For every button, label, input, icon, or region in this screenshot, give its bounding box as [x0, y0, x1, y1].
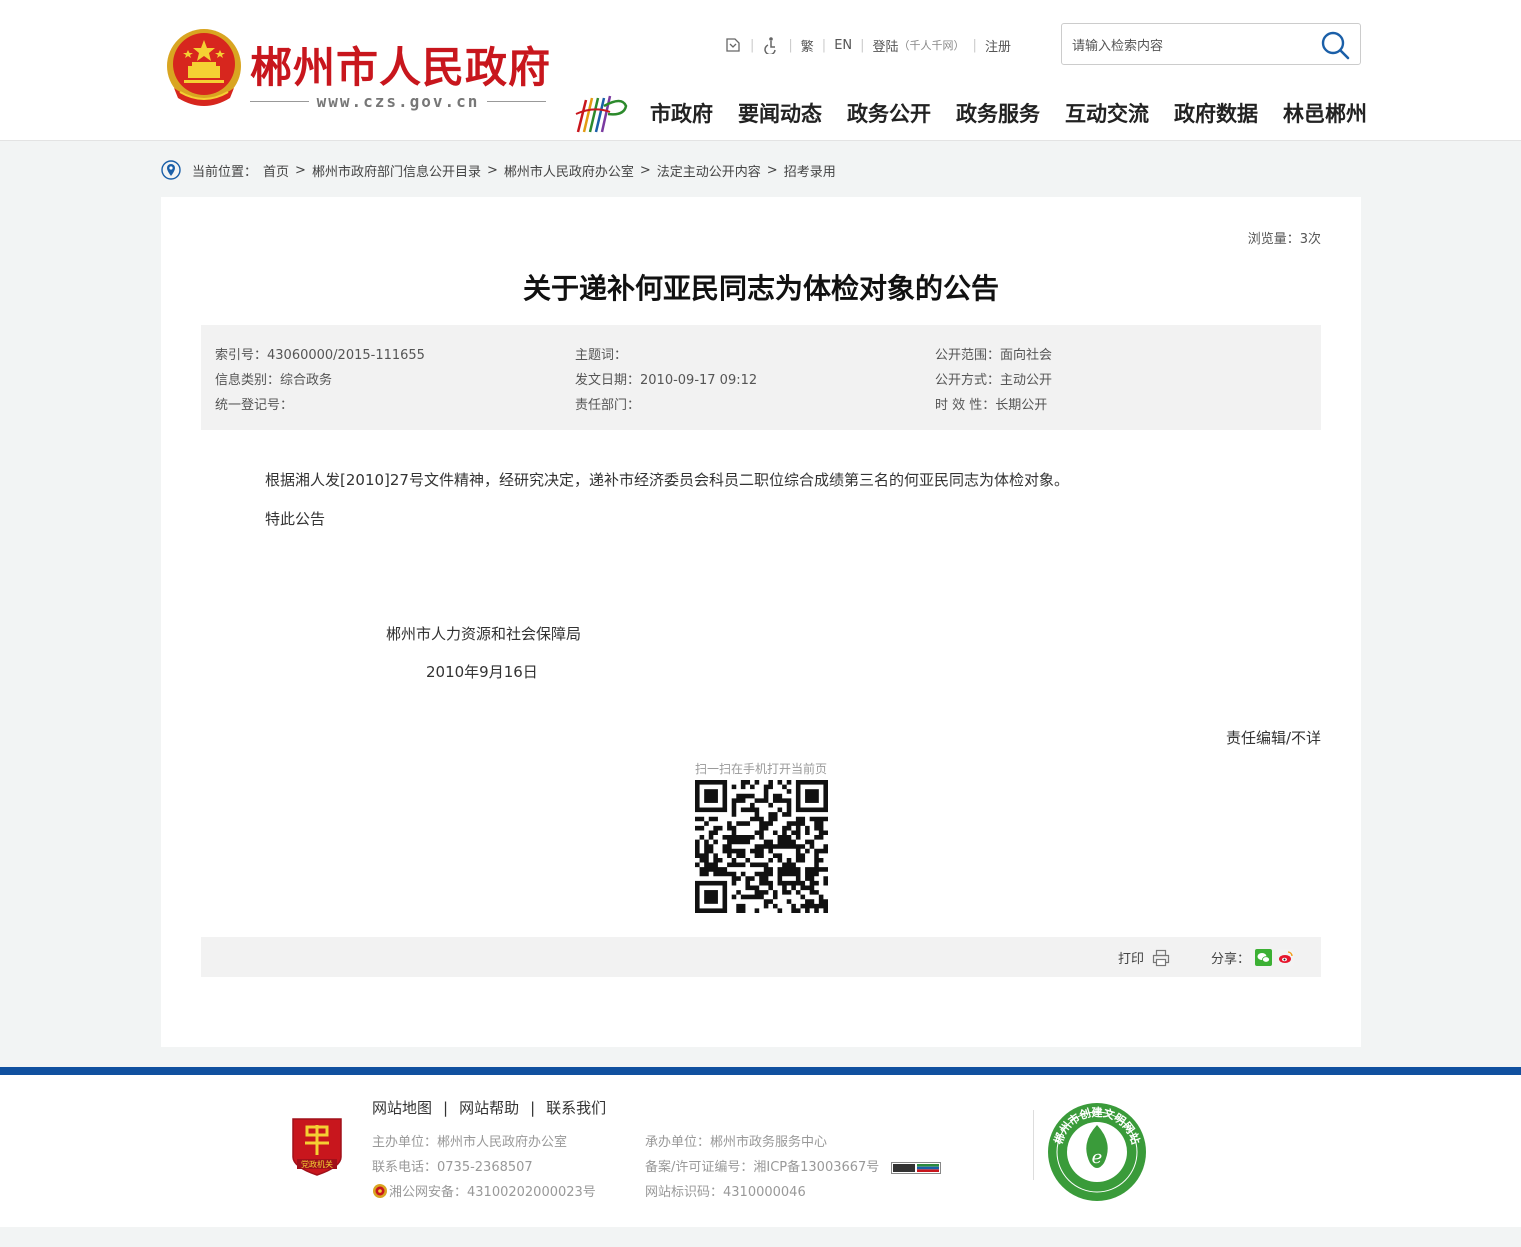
weibo-icon[interactable]	[1277, 949, 1295, 966]
top-links: | | 繁 | EN | 登陆 （千人千网） | 注册	[724, 34, 1011, 56]
nav-item-city-gov[interactable]: 市政府	[650, 98, 713, 128]
register-link[interactable]: 注册	[985, 36, 1011, 55]
breadcrumb-separator: >	[639, 162, 651, 178]
police-badge-icon	[373, 1183, 387, 1198]
signature-date: 2010年9月16日	[426, 663, 538, 681]
search-input[interactable]	[1072, 34, 1312, 56]
qr-finder-pattern	[695, 780, 728, 813]
site-domain: www.czs.gov.cn	[250, 90, 547, 112]
footer-undertaker: 承办单位：郴州市政务服务中心	[645, 1135, 828, 1150]
nav-item-gov-services[interactable]: 政务服务	[956, 98, 1040, 128]
meta-subject: 主题词：	[575, 348, 628, 363]
article-toolbar: 打印 分享：	[201, 937, 1321, 977]
footer-host: 主办单位：郴州市人民政府办公室	[372, 1135, 568, 1150]
nav-item-gov-affairs[interactable]: 政务公开	[847, 98, 931, 128]
breadcrumb-item-recruitment[interactable]: 招考录用	[784, 161, 836, 180]
footer-phone: 联系电话：0735-2368507	[372, 1160, 533, 1175]
article-title: 关于递补何亚民同志为体检对象的公告	[522, 272, 999, 305]
english-link[interactable]: EN	[834, 38, 852, 53]
footer-site-id: 网站标识码：4310000046	[645, 1185, 806, 1200]
footer-police-record[interactable]: 湘公网安备：43100202000023号	[372, 1181, 596, 1200]
search-box	[1061, 23, 1361, 65]
qr-finder-pattern	[795, 780, 828, 813]
national-emblem-icon	[167, 29, 241, 106]
signature-org: 郴州市人力资源和社会保障局	[386, 625, 582, 643]
meta-reg-no: 统一登记号：	[215, 398, 294, 413]
printer-icon	[1152, 949, 1170, 966]
nav-item-gov-data[interactable]: 政府数据	[1174, 98, 1258, 128]
meta-validity: 时 效 性：长期公开	[935, 398, 1048, 413]
civilized-website-logo-letter: e	[1092, 1147, 1103, 1168]
meta-scope: 公开范围：面向社会	[935, 348, 1053, 363]
party-government-badge-text: 党政机关	[301, 1159, 333, 1169]
divider: |	[750, 37, 755, 53]
footer-divider-bar	[0, 1067, 1521, 1075]
party-government-badge-icon[interactable]: 党政机关	[289, 1113, 345, 1177]
site-domain-text: www.czs.gov.cn	[316, 91, 480, 111]
divider: |	[530, 1099, 536, 1117]
print-button[interactable]: 打印	[1118, 948, 1170, 967]
meta-category: 信息类别：综合政务	[215, 373, 333, 388]
meta-index-no: 索引号：43060000/2015-111655	[215, 348, 425, 363]
footer-link-contact[interactable]: 联系我们	[546, 1099, 606, 1117]
main-nav: 市政府 要闻动态 政务公开 政务服务 互动交流 政府数据 林邑郴州	[650, 98, 1367, 128]
breadcrumb-item-directory[interactable]: 郴州市政府部门信息公开目录	[312, 161, 481, 180]
search-icon[interactable]	[1320, 30, 1350, 60]
divider: |	[860, 37, 865, 53]
footer-icp-record: 备案/许可证编号：湘ICP备13003667号	[645, 1156, 942, 1175]
footer-bottom-strip	[0, 1227, 1521, 1247]
nav-item-interaction[interactable]: 互动交流	[1065, 98, 1149, 128]
login-note: （千人千网）	[898, 39, 965, 52]
view-count: 浏览量：3次	[1247, 232, 1321, 247]
breadcrumb-label: 当前位置：	[192, 164, 258, 180]
qr-code	[695, 780, 828, 913]
footer-icp-text[interactable]: 备案/许可证编号：湘ICP备13003667号	[645, 1160, 879, 1175]
nav-item-linyi-chenzhou[interactable]: 林邑郴州	[1283, 98, 1367, 128]
article-body: 根据湘人发[2010]27号文件精神，经研究决定，递补市经济委员会科员二职位综合…	[265, 471, 1069, 489]
login-link[interactable]: 登陆	[873, 36, 899, 55]
traditional-chinese-link[interactable]: 繁	[801, 36, 814, 55]
accessibility-icon[interactable]	[762, 36, 780, 54]
article-closing: 特此公告	[265, 510, 326, 528]
breadcrumb: 当前位置： 首页 > 郴州市政府部门信息公开目录 > 郴州市人民政府办公室 > …	[161, 158, 836, 182]
divider: |	[972, 37, 977, 53]
share-label: 分享：	[1211, 952, 1251, 967]
divider: |	[788, 37, 793, 53]
breadcrumb-item-home[interactable]: 首页	[263, 161, 289, 180]
footer-vertical-divider	[1033, 1110, 1034, 1180]
responsible-editor: 责任编辑/不详	[1225, 729, 1321, 747]
article-meta: 索引号：43060000/2015-111655 主题词： 公开范围：面向社会 …	[201, 325, 1321, 430]
breadcrumb-separator: >	[295, 162, 306, 178]
breadcrumb-item-statutory[interactable]: 法定主动公开内容	[657, 161, 761, 180]
divider: |	[821, 37, 827, 53]
site-footer: 党政机关 网站地图 | 网站帮助 | 联系我们 主办单位：郴州市人民政府办公室 联系电话…	[0, 1075, 1521, 1227]
nav-logo-icon	[575, 95, 628, 133]
site-stat-badge-icon[interactable]	[891, 1161, 942, 1174]
breadcrumb-item-office[interactable]: 郴州市人民政府办公室	[504, 161, 634, 180]
wechat-icon[interactable]	[1255, 949, 1273, 966]
nav-item-news[interactable]: 要闻动态	[738, 98, 822, 128]
site-name[interactable]: 郴州市人民政府	[250, 34, 551, 95]
breadcrumb-separator: >	[766, 162, 778, 178]
wheelchair-icon[interactable]	[724, 36, 742, 54]
breadcrumb-separator: >	[486, 162, 498, 178]
meta-department: 责任部门：	[575, 398, 641, 413]
qr-caption: 扫一扫在手机打开当前页	[695, 762, 828, 776]
location-pin-icon	[161, 160, 181, 180]
footer-link-sitemap[interactable]: 网站地图	[372, 1099, 432, 1117]
civilized-website-badge-icon[interactable]: e 郴州市创建文明网站	[1046, 1101, 1148, 1203]
footer-links: 网站地图 | 网站帮助 | 联系我们	[372, 1097, 606, 1118]
share-bar: 分享：	[1211, 948, 1295, 967]
footer-link-help[interactable]: 网站帮助	[459, 1099, 519, 1117]
site-header: 郴州市人民政府 www.czs.gov.cn | | 繁 | EN | 登陆 （…	[0, 0, 1521, 141]
print-label: 打印	[1118, 952, 1145, 967]
meta-date: 发文日期：2010-09-17 09:12	[575, 373, 758, 388]
article-card: 浏览量：3次 关于递补何亚民同志为体检对象的公告 索引号：43060000/20…	[161, 197, 1361, 1047]
footer-police-text: 湘公网安备：43100202000023号	[389, 1185, 596, 1200]
meta-method: 公开方式：主动公开	[935, 373, 1053, 388]
qr-finder-pattern	[695, 880, 728, 913]
divider: |	[443, 1099, 449, 1117]
